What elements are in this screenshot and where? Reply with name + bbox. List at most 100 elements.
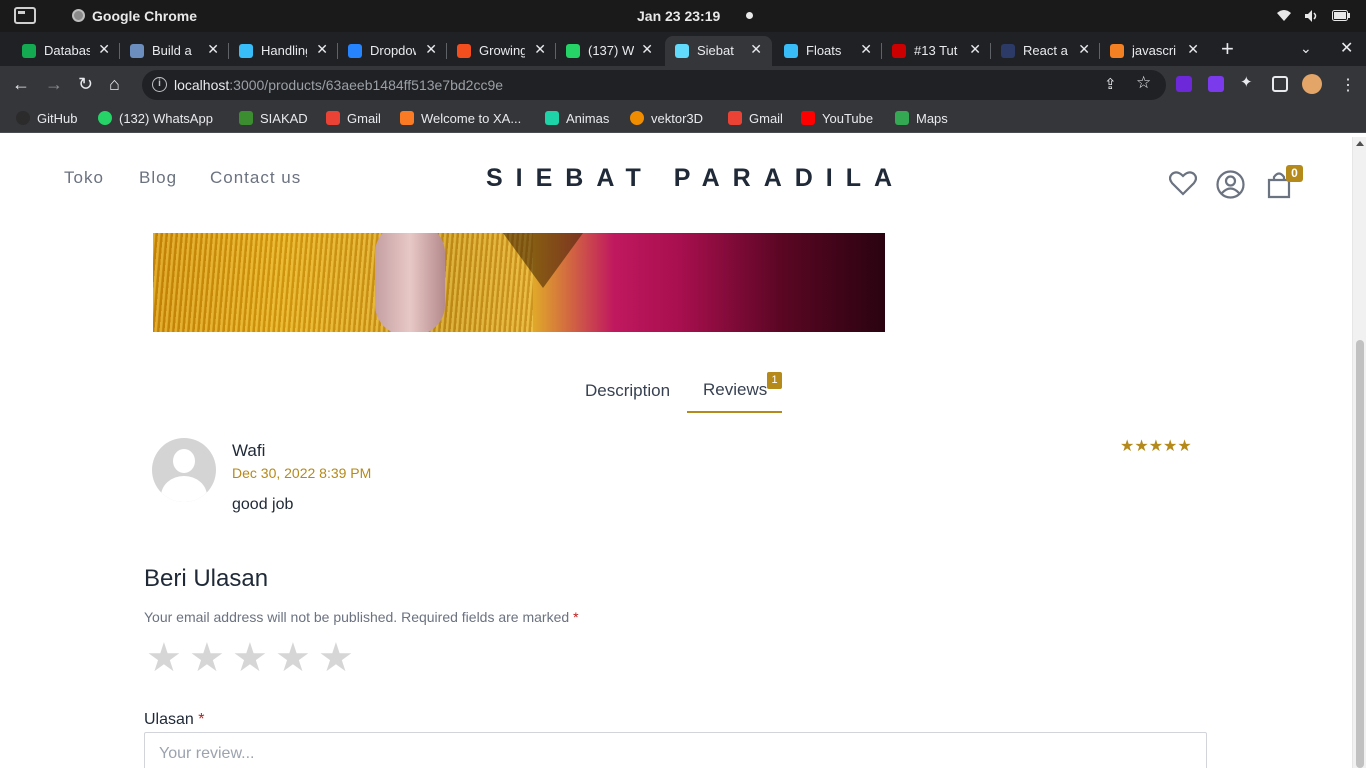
- product-image[interactable]: [153, 233, 885, 332]
- close-icon[interactable]: ✕: [534, 41, 546, 58]
- tab-siebat[interactable]: Siebat ✕: [665, 36, 772, 66]
- window-close-icon[interactable]: ✕: [1340, 38, 1353, 58]
- bookmark-whatsapp[interactable]: (132) WhatsApp: [98, 111, 213, 126]
- url-path: :3000/products/63aeeb1484ff513e7bd2cc9e: [229, 77, 504, 93]
- bookmark-animas[interactable]: Animas: [545, 111, 609, 126]
- rating-star-4[interactable]: ★: [275, 636, 318, 680]
- tab-build[interactable]: Build a ✕: [120, 36, 229, 66]
- bookmark-github[interactable]: GitHub: [16, 111, 77, 126]
- gmail-icon: [728, 111, 742, 125]
- bookmark-label: Animas: [566, 111, 610, 126]
- youtube-icon: [801, 111, 815, 125]
- bookmark-star-icon[interactable]: ☆: [1136, 73, 1151, 93]
- clock[interactable]: Jan 23 23:19: [637, 8, 720, 24]
- user-account-icon[interactable]: [1216, 170, 1245, 199]
- dev-favicon: [1001, 44, 1015, 58]
- review-text: good job: [232, 496, 294, 513]
- bookmark-siakad[interactable]: SIAKAD: [239, 111, 308, 126]
- home-icon[interactable]: ⌂: [109, 74, 120, 95]
- whatsapp-icon: [98, 111, 112, 125]
- close-icon[interactable]: ✕: [316, 41, 328, 58]
- nav-link-contact[interactable]: Contact us: [210, 168, 301, 188]
- rating-star-1[interactable]: ★: [146, 636, 189, 680]
- back-arrow-icon[interactable]: ←: [12, 74, 30, 95]
- bookmark-vektor3d[interactable]: vektor3D: [630, 111, 703, 126]
- tab-label: Handling: [261, 43, 307, 58]
- volume-icon[interactable]: [1304, 9, 1320, 23]
- tab-reviews[interactable]: Reviews: [703, 380, 767, 400]
- tab-whatsapp[interactable]: (137) W ✕: [556, 36, 663, 66]
- bookmark-xampp[interactable]: Welcome to XA...: [400, 111, 521, 126]
- close-icon[interactable]: ✕: [425, 41, 437, 58]
- mongodb-favicon: [22, 44, 36, 58]
- close-icon[interactable]: ✕: [750, 41, 762, 58]
- battery-icon[interactable]: [1332, 10, 1350, 21]
- scroll-up-arrow-icon[interactable]: [1356, 141, 1364, 146]
- bookmark-youtube[interactable]: YouTube: [801, 111, 873, 126]
- files-icon[interactable]: [14, 7, 36, 24]
- github-icon: [16, 111, 30, 125]
- close-icon[interactable]: ✕: [1078, 41, 1090, 58]
- address-bar[interactable]: i localhost:3000/products/63aeeb1484ff51…: [142, 70, 1166, 100]
- chrome-menu-icon[interactable]: ⋮: [1340, 75, 1356, 95]
- tab-database[interactable]: Database ✕: [12, 36, 120, 66]
- tab-description[interactable]: Description: [585, 381, 670, 401]
- active-app-name[interactable]: Google Chrome: [92, 8, 197, 24]
- profile-avatar[interactable]: [1302, 74, 1322, 94]
- tailwind-favicon: [239, 44, 253, 58]
- cart-count-badge: 0: [1286, 165, 1303, 182]
- rating-star-5[interactable]: ★: [318, 636, 361, 680]
- scrollbar-thumb[interactable]: [1356, 340, 1364, 768]
- figma-favicon: [457, 44, 471, 58]
- browser-toolbar: ← → ↻ ⌂ i localhost:3000/products/63aeeb…: [0, 66, 1366, 104]
- tab-label: #13 Tut: [914, 43, 958, 58]
- close-icon[interactable]: ✕: [207, 41, 219, 58]
- site-info-icon[interactable]: i: [152, 77, 167, 92]
- reload-icon[interactable]: ↻: [78, 74, 93, 95]
- page-scrollbar[interactable]: [1352, 137, 1366, 768]
- close-icon[interactable]: ✕: [641, 41, 653, 58]
- review-form-title: Beri Ulasan: [144, 565, 269, 592]
- review-textarea[interactable]: [144, 732, 1207, 768]
- tab-react[interactable]: React a ✕: [991, 36, 1100, 66]
- forward-arrow-icon[interactable]: →: [45, 74, 63, 95]
- url-text[interactable]: localhost:3000/products/63aeeb1484ff513e…: [174, 77, 503, 93]
- share-icon[interactable]: ⇪: [1104, 75, 1117, 93]
- close-icon[interactable]: ✕: [860, 41, 872, 58]
- notification-dot-icon: [746, 12, 753, 19]
- extension-download-icon[interactable]: [1208, 76, 1224, 92]
- tab-handling[interactable]: Handling ✕: [229, 36, 338, 66]
- bookmark-gmail-2[interactable]: Gmail: [728, 111, 783, 126]
- rating-star-3[interactable]: ★: [232, 636, 275, 680]
- bookmark-gmail[interactable]: Gmail: [326, 111, 381, 126]
- tab-dropdown[interactable]: Dropdown ✕: [338, 36, 447, 66]
- required-asterisk: *: [573, 609, 579, 625]
- site-brand-logo[interactable]: SIEBAT PARADILA: [486, 164, 905, 193]
- active-tab-indicator: [687, 411, 782, 413]
- nav-link-toko[interactable]: Toko: [64, 168, 104, 188]
- tab-tutorial[interactable]: #13 Tut ✕: [882, 36, 991, 66]
- nav-link-blog[interactable]: Blog: [139, 168, 177, 188]
- new-tab-plus-icon[interactable]: +: [1221, 36, 1234, 62]
- tab-floats[interactable]: Floats ✕: [774, 36, 882, 66]
- extension-s-icon[interactable]: [1176, 76, 1192, 92]
- puzzle-extensions-icon[interactable]: ✦: [1240, 73, 1256, 91]
- reviewer-name: Wafi: [232, 441, 266, 460]
- side-panel-icon[interactable]: [1272, 76, 1288, 92]
- bookmarks-bar: GitHub (132) WhatsApp SIAKAD Gmail Welco…: [0, 104, 1366, 133]
- tab-label: javascri: [1132, 43, 1177, 58]
- close-icon[interactable]: ✕: [98, 41, 110, 58]
- bookmark-maps[interactable]: Maps: [895, 111, 948, 126]
- diamond-favicon: [348, 44, 362, 58]
- tailwind-favicon: [784, 44, 798, 58]
- heart-wishlist-icon[interactable]: [1169, 170, 1197, 196]
- laptop-favicon: [130, 44, 144, 58]
- rating-star-2[interactable]: ★: [189, 636, 232, 680]
- tab-javascript[interactable]: javascri ✕: [1100, 36, 1209, 66]
- close-icon[interactable]: ✕: [969, 41, 981, 58]
- close-icon[interactable]: ✕: [1187, 41, 1199, 58]
- video-favicon: [892, 44, 906, 58]
- tab-growing[interactable]: Growing ✕: [447, 36, 556, 66]
- wifi-icon[interactable]: [1276, 9, 1292, 22]
- tab-search-chevron-icon[interactable]: ⌄: [1300, 40, 1312, 57]
